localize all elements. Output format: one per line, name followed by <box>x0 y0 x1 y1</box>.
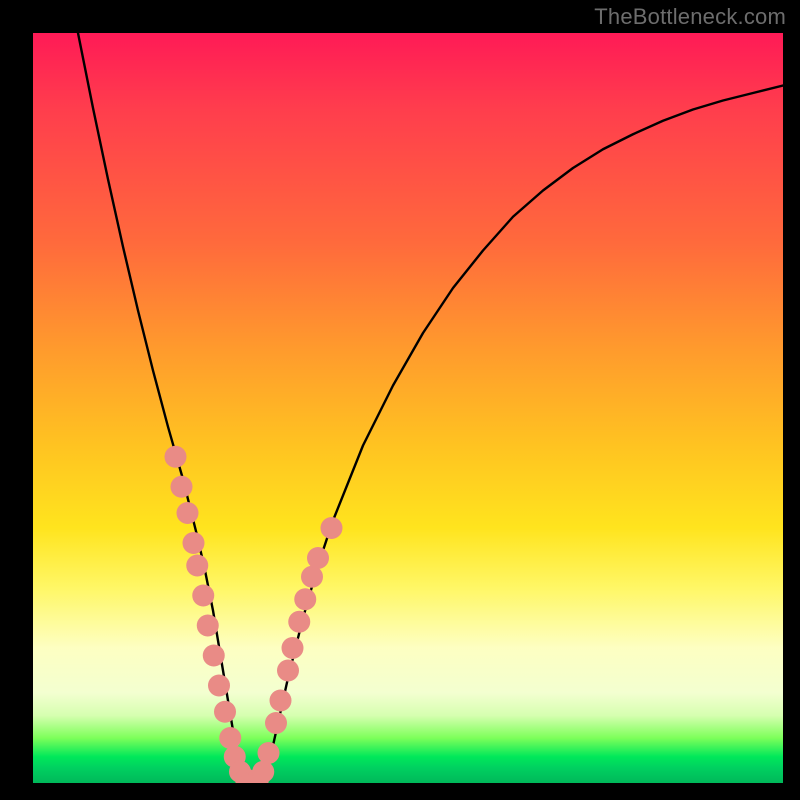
curve-line <box>78 33 783 783</box>
data-dot <box>294 588 316 610</box>
data-dot <box>203 645 225 667</box>
chart-frame: TheBottleneck.com <box>0 0 800 800</box>
data-dot <box>183 532 205 554</box>
data-dot <box>252 761 274 783</box>
chart-plot-area <box>33 33 783 783</box>
data-dot <box>219 727 241 749</box>
chart-svg <box>33 33 783 783</box>
data-dot <box>288 611 310 633</box>
data-dot <box>307 547 329 569</box>
data-dot <box>208 675 230 697</box>
data-dot <box>270 690 292 712</box>
data-dot <box>258 742 280 764</box>
data-dot <box>277 660 299 682</box>
data-dot <box>265 712 287 734</box>
data-dot <box>282 637 304 659</box>
watermark-text: TheBottleneck.com <box>594 4 786 30</box>
data-dot <box>165 446 187 468</box>
curve-path <box>78 33 783 783</box>
data-dot <box>321 517 343 539</box>
data-dot <box>186 555 208 577</box>
data-dot <box>197 615 219 637</box>
data-dot <box>177 502 199 524</box>
data-dots <box>165 446 343 783</box>
data-dot <box>192 585 214 607</box>
data-dot <box>301 566 323 588</box>
data-dot <box>214 701 236 723</box>
data-dot <box>171 476 193 498</box>
